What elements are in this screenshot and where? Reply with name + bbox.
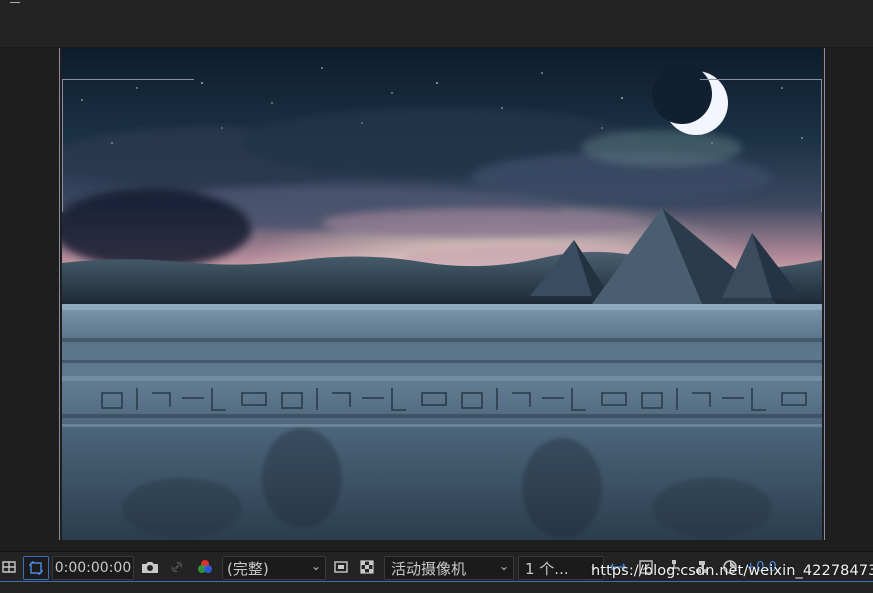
timeline-accent-rule xyxy=(0,581,873,582)
timecode-field[interactable]: 0:00:00:00 xyxy=(52,556,134,580)
region-of-interest-icon[interactable] xyxy=(23,556,49,580)
resolution-value: (完整) xyxy=(227,559,269,578)
chevron-down-icon: ⌄ xyxy=(310,559,321,573)
composition-canvas[interactable] xyxy=(62,48,822,540)
transparency-grid-icon[interactable] xyxy=(356,556,378,578)
color-channels-icon[interactable] xyxy=(193,556,217,578)
safe-margin-right xyxy=(821,79,822,212)
fast-preview-icon[interactable] xyxy=(330,556,352,578)
camera-dropdown[interactable]: 活动摄像机 ⌄ xyxy=(384,556,514,580)
grid-icon[interactable] xyxy=(0,556,18,578)
watermark-url: https://blog.csdn.net/weixin_42278473 xyxy=(591,563,873,579)
safe-margin-top-right xyxy=(700,79,821,80)
views-value: 1 个... xyxy=(525,559,569,578)
chevron-down-icon: ⌄ xyxy=(498,559,509,573)
safe-margin-top xyxy=(62,79,194,80)
panel-menu-icon[interactable] xyxy=(10,2,20,3)
timecode-value: 0:00:00:00 xyxy=(54,560,132,576)
panel-header xyxy=(0,0,873,48)
link-icon[interactable] xyxy=(166,556,188,578)
camera-value: 活动摄像机 xyxy=(391,559,467,578)
egypt-night-scene xyxy=(62,48,822,540)
safe-margin-left xyxy=(62,79,63,212)
camera-icon[interactable] xyxy=(139,556,161,578)
layer-bound-right xyxy=(824,48,825,540)
resolution-dropdown[interactable]: (完整) ⌄ xyxy=(222,556,326,580)
layer-bound-left xyxy=(59,48,60,540)
